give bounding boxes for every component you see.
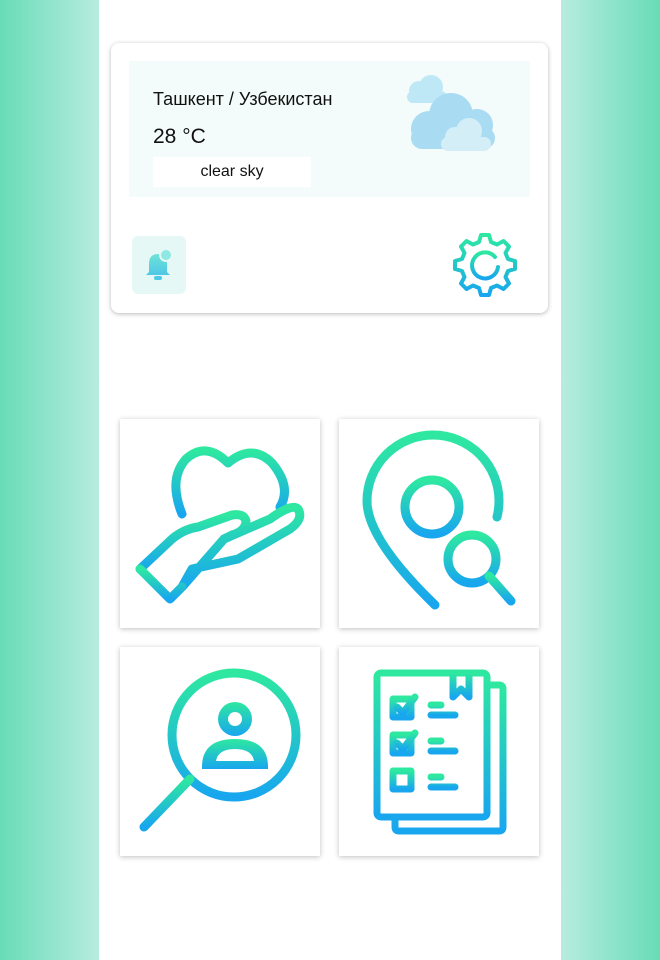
location-search-icon xyxy=(362,430,516,610)
app-screen: Ташкент / Узбекистан 28 °C clear sky xyxy=(99,0,561,960)
tile-checklist[interactable] xyxy=(339,647,539,856)
notifications-button[interactable] xyxy=(132,236,186,294)
checklist-icon xyxy=(373,669,507,835)
background-left xyxy=(0,0,99,960)
tile-location-search[interactable] xyxy=(339,419,539,628)
gear-icon xyxy=(453,233,517,297)
tile-user-search[interactable] xyxy=(120,647,320,856)
settings-button[interactable] xyxy=(453,233,517,297)
heart-in-hand-icon xyxy=(135,446,305,604)
bell-icon xyxy=(146,248,173,280)
tile-heart-in-hand[interactable] xyxy=(120,419,320,628)
weather-location: Ташкент / Узбекистан xyxy=(153,89,333,109)
user-search-icon xyxy=(139,668,301,832)
weather-card: Ташкент / Узбекистан 28 °C clear sky xyxy=(111,43,548,313)
weather-description: clear sky xyxy=(153,157,311,187)
weather-panel: Ташкент / Узбекистан 28 °C clear sky xyxy=(129,61,530,197)
weather-temperature: 28 °C xyxy=(153,125,206,148)
background-right xyxy=(561,0,660,960)
clouds-icon xyxy=(407,75,495,151)
